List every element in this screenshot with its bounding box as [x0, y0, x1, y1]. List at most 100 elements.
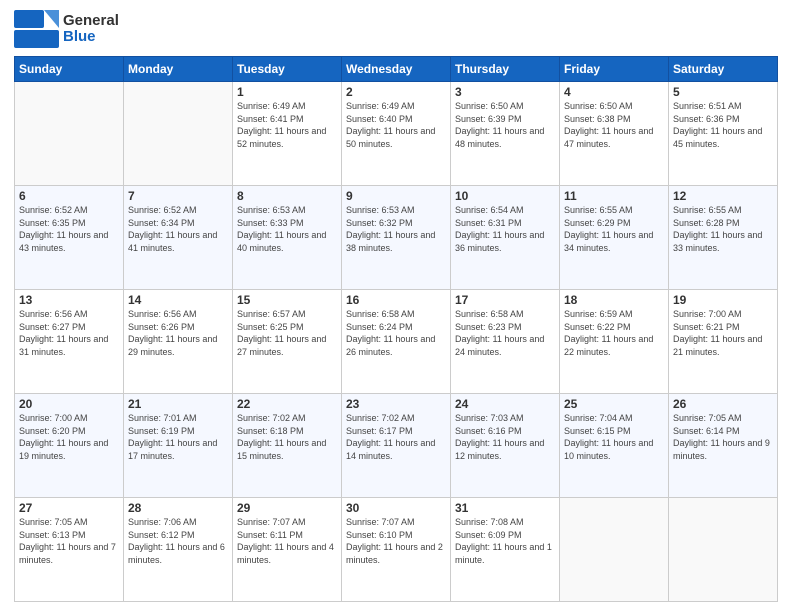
- calendar-cell: [15, 82, 124, 186]
- day-number: 13: [19, 293, 119, 307]
- calendar-cell: 1Sunrise: 6:49 AMSunset: 6:41 PMDaylight…: [233, 82, 342, 186]
- calendar-cell: 26Sunrise: 7:05 AMSunset: 6:14 PMDayligh…: [669, 394, 778, 498]
- weekday-header-thursday: Thursday: [451, 57, 560, 82]
- calendar-cell: 28Sunrise: 7:06 AMSunset: 6:12 PMDayligh…: [124, 498, 233, 602]
- calendar-cell: 15Sunrise: 6:57 AMSunset: 6:25 PMDayligh…: [233, 290, 342, 394]
- day-info: Sunrise: 6:57 AMSunset: 6:25 PMDaylight:…: [237, 308, 337, 358]
- day-info: Sunrise: 6:52 AMSunset: 6:34 PMDaylight:…: [128, 204, 228, 254]
- calendar-cell: [124, 82, 233, 186]
- day-info: Sunrise: 6:56 AMSunset: 6:26 PMDaylight:…: [128, 308, 228, 358]
- day-number: 20: [19, 397, 119, 411]
- day-info: Sunrise: 7:06 AMSunset: 6:12 PMDaylight:…: [128, 516, 228, 566]
- calendar-cell: 20Sunrise: 7:00 AMSunset: 6:20 PMDayligh…: [15, 394, 124, 498]
- day-info: Sunrise: 6:52 AMSunset: 6:35 PMDaylight:…: [19, 204, 119, 254]
- calendar-cell: 11Sunrise: 6:55 AMSunset: 6:29 PMDayligh…: [560, 186, 669, 290]
- calendar-cell: 23Sunrise: 7:02 AMSunset: 6:17 PMDayligh…: [342, 394, 451, 498]
- calendar-cell: 5Sunrise: 6:51 AMSunset: 6:36 PMDaylight…: [669, 82, 778, 186]
- day-number: 3: [455, 85, 555, 99]
- day-number: 29: [237, 501, 337, 515]
- calendar-cell: [560, 498, 669, 602]
- weekday-header-friday: Friday: [560, 57, 669, 82]
- day-info: Sunrise: 7:04 AMSunset: 6:15 PMDaylight:…: [564, 412, 664, 462]
- day-number: 7: [128, 189, 228, 203]
- day-number: 18: [564, 293, 664, 307]
- logo-blue: Blue: [63, 29, 119, 46]
- weekday-header-row: SundayMondayTuesdayWednesdayThursdayFrid…: [15, 57, 778, 82]
- day-number: 8: [237, 189, 337, 203]
- day-info: Sunrise: 7:07 AMSunset: 6:11 PMDaylight:…: [237, 516, 337, 566]
- calendar-cell: 8Sunrise: 6:53 AMSunset: 6:33 PMDaylight…: [233, 186, 342, 290]
- day-number: 21: [128, 397, 228, 411]
- day-number: 19: [673, 293, 773, 307]
- day-number: 31: [455, 501, 555, 515]
- day-info: Sunrise: 6:58 AMSunset: 6:24 PMDaylight:…: [346, 308, 446, 358]
- day-info: Sunrise: 6:55 AMSunset: 6:28 PMDaylight:…: [673, 204, 773, 254]
- day-info: Sunrise: 6:50 AMSunset: 6:38 PMDaylight:…: [564, 100, 664, 150]
- day-info: Sunrise: 6:53 AMSunset: 6:33 PMDaylight:…: [237, 204, 337, 254]
- day-info: Sunrise: 6:50 AMSunset: 6:39 PMDaylight:…: [455, 100, 555, 150]
- calendar-cell: 21Sunrise: 7:01 AMSunset: 6:19 PMDayligh…: [124, 394, 233, 498]
- day-number: 2: [346, 85, 446, 99]
- day-info: Sunrise: 7:02 AMSunset: 6:18 PMDaylight:…: [237, 412, 337, 462]
- day-number: 16: [346, 293, 446, 307]
- calendar-cell: 27Sunrise: 7:05 AMSunset: 6:13 PMDayligh…: [15, 498, 124, 602]
- day-info: Sunrise: 6:49 AMSunset: 6:41 PMDaylight:…: [237, 100, 337, 150]
- day-number: 30: [346, 501, 446, 515]
- day-info: Sunrise: 6:56 AMSunset: 6:27 PMDaylight:…: [19, 308, 119, 358]
- day-number: 17: [455, 293, 555, 307]
- day-info: Sunrise: 7:02 AMSunset: 6:17 PMDaylight:…: [346, 412, 446, 462]
- calendar-cell: 14Sunrise: 6:56 AMSunset: 6:26 PMDayligh…: [124, 290, 233, 394]
- week-row-4: 20Sunrise: 7:00 AMSunset: 6:20 PMDayligh…: [15, 394, 778, 498]
- day-number: 23: [346, 397, 446, 411]
- week-row-5: 27Sunrise: 7:05 AMSunset: 6:13 PMDayligh…: [15, 498, 778, 602]
- weekday-header-monday: Monday: [124, 57, 233, 82]
- day-number: 26: [673, 397, 773, 411]
- day-info: Sunrise: 7:00 AMSunset: 6:20 PMDaylight:…: [19, 412, 119, 462]
- day-number: 1: [237, 85, 337, 99]
- calendar-cell: 16Sunrise: 6:58 AMSunset: 6:24 PMDayligh…: [342, 290, 451, 394]
- day-number: 25: [564, 397, 664, 411]
- week-row-3: 13Sunrise: 6:56 AMSunset: 6:27 PMDayligh…: [15, 290, 778, 394]
- day-info: Sunrise: 7:08 AMSunset: 6:09 PMDaylight:…: [455, 516, 555, 566]
- calendar-cell: 4Sunrise: 6:50 AMSunset: 6:38 PMDaylight…: [560, 82, 669, 186]
- day-number: 5: [673, 85, 773, 99]
- calendar-cell: 29Sunrise: 7:07 AMSunset: 6:11 PMDayligh…: [233, 498, 342, 602]
- day-number: 14: [128, 293, 228, 307]
- calendar-cell: 10Sunrise: 6:54 AMSunset: 6:31 PMDayligh…: [451, 186, 560, 290]
- day-info: Sunrise: 6:55 AMSunset: 6:29 PMDaylight:…: [564, 204, 664, 254]
- calendar-cell: 9Sunrise: 6:53 AMSunset: 6:32 PMDaylight…: [342, 186, 451, 290]
- day-info: Sunrise: 6:51 AMSunset: 6:36 PMDaylight:…: [673, 100, 773, 150]
- day-info: Sunrise: 7:05 AMSunset: 6:13 PMDaylight:…: [19, 516, 119, 566]
- day-info: Sunrise: 6:58 AMSunset: 6:23 PMDaylight:…: [455, 308, 555, 358]
- logo-icon: [14, 10, 59, 48]
- calendar-cell: 12Sunrise: 6:55 AMSunset: 6:28 PMDayligh…: [669, 186, 778, 290]
- day-number: 9: [346, 189, 446, 203]
- calendar-table: SundayMondayTuesdayWednesdayThursdayFrid…: [14, 56, 778, 602]
- day-info: Sunrise: 7:01 AMSunset: 6:19 PMDaylight:…: [128, 412, 228, 462]
- calendar-cell: 17Sunrise: 6:58 AMSunset: 6:23 PMDayligh…: [451, 290, 560, 394]
- calendar-cell: 24Sunrise: 7:03 AMSunset: 6:16 PMDayligh…: [451, 394, 560, 498]
- day-number: 27: [19, 501, 119, 515]
- calendar-cell: 30Sunrise: 7:07 AMSunset: 6:10 PMDayligh…: [342, 498, 451, 602]
- calendar-cell: 22Sunrise: 7:02 AMSunset: 6:18 PMDayligh…: [233, 394, 342, 498]
- calendar-cell: 19Sunrise: 7:00 AMSunset: 6:21 PMDayligh…: [669, 290, 778, 394]
- weekday-header-saturday: Saturday: [669, 57, 778, 82]
- day-number: 28: [128, 501, 228, 515]
- calendar-cell: 31Sunrise: 7:08 AMSunset: 6:09 PMDayligh…: [451, 498, 560, 602]
- calendar-cell: 25Sunrise: 7:04 AMSunset: 6:15 PMDayligh…: [560, 394, 669, 498]
- day-info: Sunrise: 7:00 AMSunset: 6:21 PMDaylight:…: [673, 308, 773, 358]
- day-number: 22: [237, 397, 337, 411]
- day-number: 15: [237, 293, 337, 307]
- calendar-cell: 2Sunrise: 6:49 AMSunset: 6:40 PMDaylight…: [342, 82, 451, 186]
- day-number: 11: [564, 189, 664, 203]
- weekday-header-tuesday: Tuesday: [233, 57, 342, 82]
- day-info: Sunrise: 7:03 AMSunset: 6:16 PMDaylight:…: [455, 412, 555, 462]
- calendar-cell: 6Sunrise: 6:52 AMSunset: 6:35 PMDaylight…: [15, 186, 124, 290]
- weekday-header-sunday: Sunday: [15, 57, 124, 82]
- header: GeneralBlue: [14, 10, 778, 48]
- week-row-1: 1Sunrise: 6:49 AMSunset: 6:41 PMDaylight…: [15, 82, 778, 186]
- day-number: 24: [455, 397, 555, 411]
- calendar-cell: 18Sunrise: 6:59 AMSunset: 6:22 PMDayligh…: [560, 290, 669, 394]
- calendar-cell: 13Sunrise: 6:56 AMSunset: 6:27 PMDayligh…: [15, 290, 124, 394]
- day-info: Sunrise: 7:07 AMSunset: 6:10 PMDaylight:…: [346, 516, 446, 566]
